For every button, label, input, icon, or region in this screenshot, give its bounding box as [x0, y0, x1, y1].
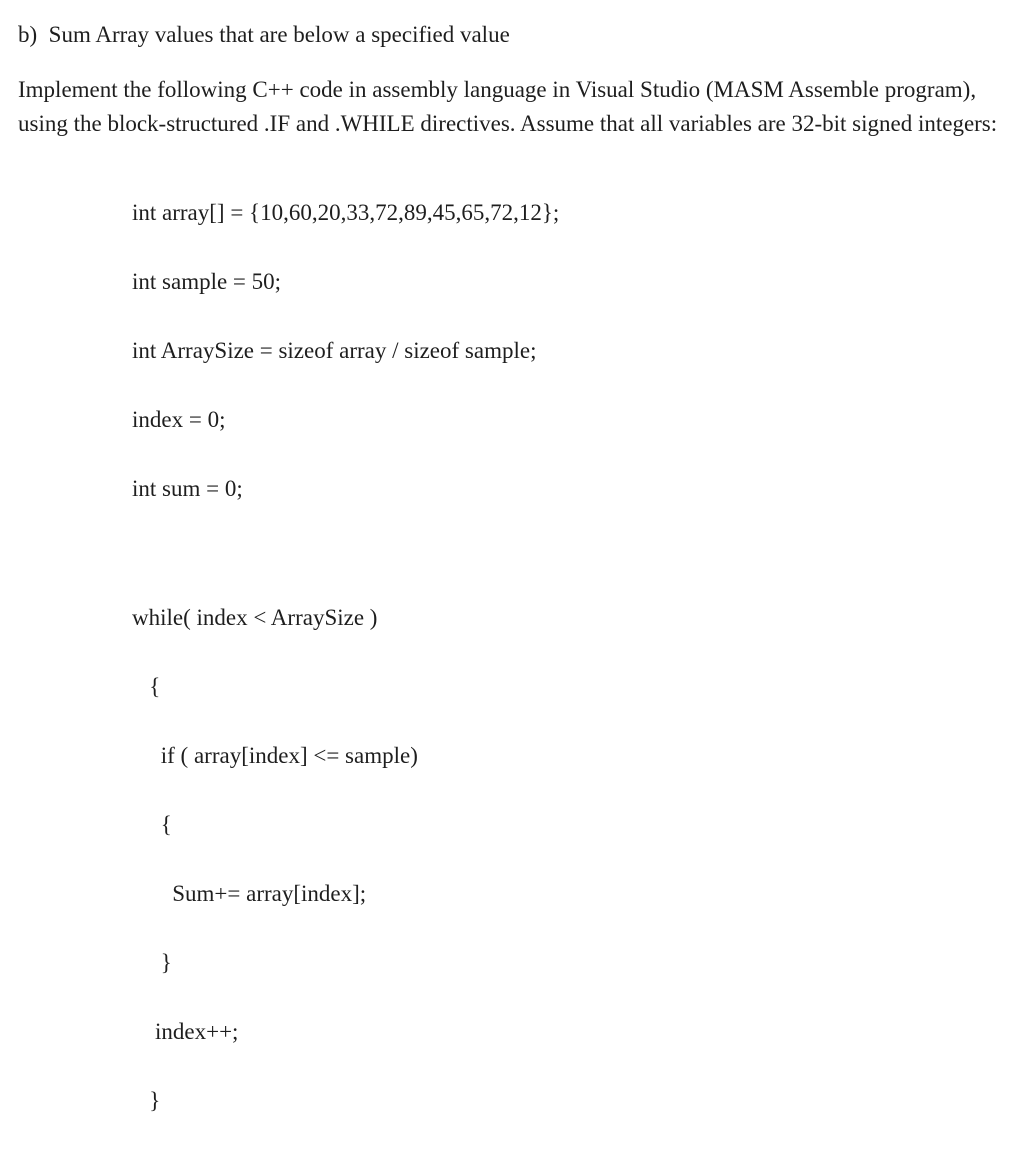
question-title: Sum Array values that are below a specif…	[49, 22, 510, 47]
question-label: b)	[18, 22, 37, 47]
code-line: int ArraySize = sizeof array / sizeof sa…	[132, 334, 1012, 369]
code-line: int array[] = {10,60,20,33,72,89,45,65,7…	[132, 196, 1012, 231]
code-block: int array[] = {10,60,20,33,72,89,45,65,7…	[132, 162, 1012, 1153]
code-line: index++;	[132, 1015, 1012, 1050]
instruction-paragraph: Implement the following C++ code in asse…	[18, 73, 1012, 142]
code-line: index = 0;	[132, 403, 1012, 438]
code-line: Sum+= array[index];	[132, 877, 1012, 912]
code-line: {	[132, 808, 1012, 843]
code-line: int sample = 50;	[132, 265, 1012, 300]
code-line: if ( array[index] <= sample)	[132, 739, 1012, 774]
code-line: while( index < ArraySize )	[132, 601, 1012, 636]
code-line: }	[132, 1084, 1012, 1119]
code-blank-line	[132, 541, 1012, 566]
question-header: b) Sum Array values that are below a spe…	[18, 18, 1012, 53]
code-line: {	[132, 670, 1012, 705]
code-line: int sum = 0;	[132, 472, 1012, 507]
code-line: }	[132, 946, 1012, 981]
